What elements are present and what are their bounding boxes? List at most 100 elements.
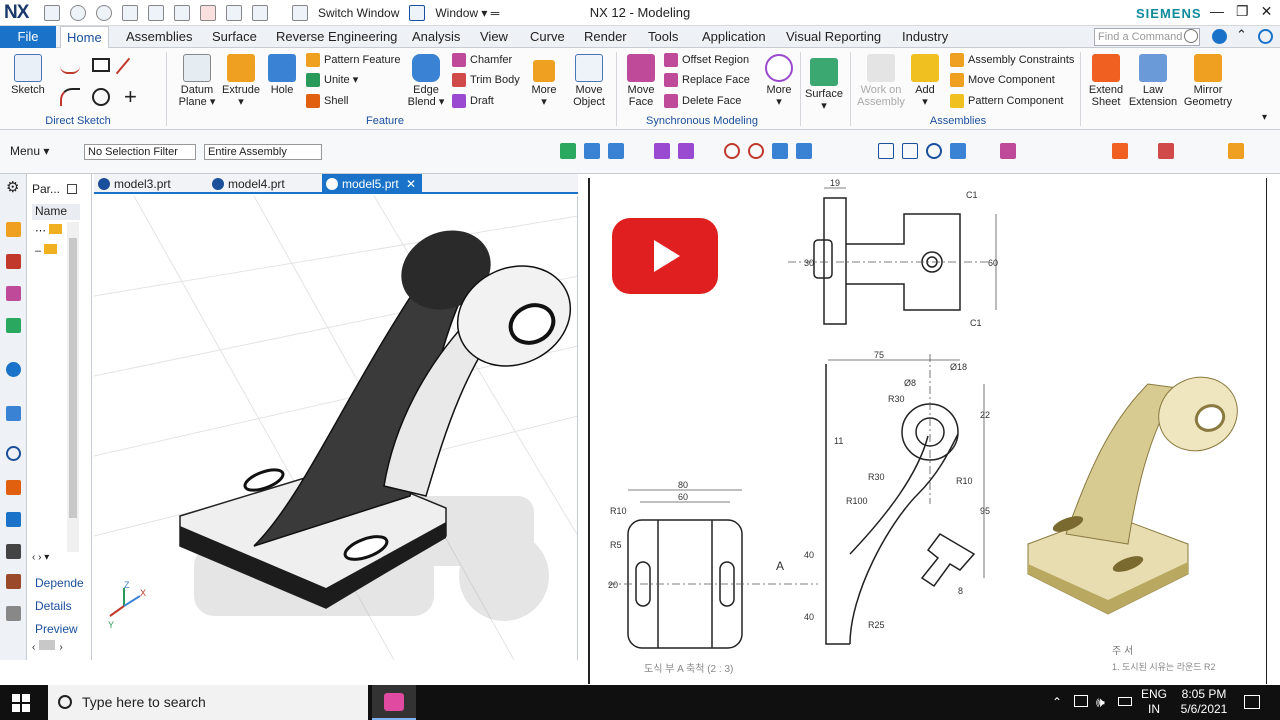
- tab-model3[interactable]: model3.prt: [94, 174, 171, 194]
- show-hide-icon[interactable]: [1158, 143, 1174, 159]
- tab-reverse-engineering[interactable]: Reverse Engineering: [270, 26, 403, 48]
- selection-scope-dropdown[interactable]: Entire Assembly: [204, 144, 322, 160]
- fit-view-icon[interactable]: [878, 143, 894, 159]
- taskbar-search-input[interactable]: Type here to search: [48, 685, 368, 720]
- snap-point-icon[interactable]: [560, 143, 576, 159]
- role-icon[interactable]: [6, 480, 21, 495]
- delete-face-button[interactable]: Delete Face: [664, 91, 741, 111]
- intersection-icon[interactable]: [678, 143, 694, 159]
- battery-icon[interactable]: [1118, 697, 1132, 706]
- selection-filter-dropdown[interactable]: No Selection Filter: [84, 144, 196, 160]
- zoom-icon[interactable]: [902, 143, 918, 159]
- search-icon[interactable]: [1184, 29, 1198, 43]
- surface-button[interactable]: Surface ▾: [804, 58, 844, 112]
- tab-visual-reporting[interactable]: Visual Reporting: [780, 26, 887, 48]
- web-browser-icon[interactable]: [6, 362, 21, 377]
- pattern-feature-button[interactable]: Pattern Feature: [306, 50, 400, 70]
- minimize-icon[interactable]: —: [1210, 3, 1224, 20]
- nx-taskbar-app-icon[interactable]: [372, 685, 416, 720]
- settings-gear-icon[interactable]: ⚙: [6, 178, 19, 196]
- synchronous-more-button[interactable]: More ▾: [760, 54, 798, 108]
- ribbon-expand-icon[interactable]: ▾: [1262, 112, 1267, 123]
- tab-industry[interactable]: Industry: [896, 26, 954, 48]
- network-icon[interactable]: [1074, 695, 1088, 707]
- tab-model4[interactable]: model4.prt: [208, 174, 285, 194]
- arc-icon[interactable]: [60, 88, 80, 106]
- hole-button[interactable]: Hole: [264, 54, 300, 96]
- trim-body-button[interactable]: Trim Body: [452, 70, 520, 90]
- process-studio-icon[interactable]: [6, 544, 21, 559]
- column-header-name[interactable]: Name: [32, 204, 80, 220]
- rotate-icon[interactable]: [926, 143, 942, 159]
- navigator-hscrollbar[interactable]: ‹ › ▾: [32, 552, 80, 564]
- tab-render[interactable]: Render: [578, 26, 633, 48]
- control-point-icon[interactable]: [654, 143, 670, 159]
- extend-sheet-button[interactable]: Extend Sheet: [1086, 54, 1126, 108]
- file-menu[interactable]: File: [0, 26, 56, 48]
- restore-icon[interactable]: ❐: [1236, 3, 1249, 20]
- mirror-geometry-button[interactable]: Mirror Geometry: [1182, 54, 1234, 108]
- link-dependencies[interactable]: Depende: [35, 576, 84, 590]
- tab-assemblies[interactable]: Assemblies: [120, 26, 198, 48]
- pattern-component-button[interactable]: Pattern Component: [950, 91, 1063, 111]
- rectangle-icon[interactable]: [92, 58, 110, 72]
- tab-curve[interactable]: Curve: [524, 26, 571, 48]
- window-splitter[interactable]: [578, 174, 588, 660]
- close-tab-icon[interactable]: ✕: [406, 177, 416, 191]
- manufacturing-wizard-icon[interactable]: [6, 574, 21, 589]
- point-on-curve-icon[interactable]: [796, 143, 812, 159]
- add-component-button[interactable]: Add ▾: [908, 54, 942, 108]
- replace-face-button[interactable]: Replace Face: [664, 70, 750, 90]
- reuse-library-icon[interactable]: [6, 318, 21, 333]
- history-icon[interactable]: [6, 406, 21, 421]
- move-object-button[interactable]: Move Object: [568, 54, 610, 108]
- close-icon[interactable]: ✕: [1261, 3, 1273, 20]
- edit-object-display-icon[interactable]: [1112, 143, 1128, 159]
- unite-button[interactable]: Unite ▾: [306, 70, 358, 90]
- chamfer-button[interactable]: Chamfer: [452, 50, 512, 70]
- clock[interactable]: 8:05 PM 5/6/2021: [1172, 687, 1236, 717]
- circle-icon[interactable]: [92, 88, 110, 106]
- sketch-button[interactable]: Sketch: [8, 54, 48, 96]
- assembly-navigator-icon[interactable]: [6, 222, 21, 237]
- existing-point-icon[interactable]: [772, 143, 788, 159]
- end-point-icon[interactable]: [584, 143, 600, 159]
- help-icon[interactable]: [1212, 29, 1227, 44]
- link-preview[interactable]: Preview: [35, 622, 78, 636]
- extrude-button[interactable]: Extrude ▾: [220, 54, 262, 108]
- language-indicator[interactable]: ENG IN: [1140, 687, 1168, 717]
- constraint-navigator-icon[interactable]: [6, 254, 21, 269]
- link-details[interactable]: Details: [35, 599, 72, 613]
- navigator-bottom-scroll[interactable]: ‹ ›: [32, 640, 84, 654]
- system-materials-icon[interactable]: [6, 512, 21, 527]
- navigator-scrollbar[interactable]: [67, 222, 79, 552]
- shell-button[interactable]: Shell: [306, 91, 348, 111]
- tab-analysis[interactable]: Analysis: [406, 26, 466, 48]
- tree-item[interactable]: –: [35, 244, 58, 257]
- line-icon[interactable]: [115, 57, 131, 75]
- tab-application[interactable]: Application: [696, 26, 772, 48]
- orient-view-icon[interactable]: [950, 143, 966, 159]
- tree-item[interactable]: ⋯: [35, 224, 63, 237]
- move-component-button[interactable]: Move Component: [950, 70, 1055, 90]
- notification-icon[interactable]: [1244, 695, 1260, 709]
- offset-region-button[interactable]: Offset Region: [664, 50, 749, 70]
- arc-center-icon[interactable]: [724, 143, 740, 159]
- law-extension-button[interactable]: Law Extension: [1128, 54, 1178, 108]
- point-icon[interactable]: +: [124, 84, 137, 110]
- tab-tools[interactable]: Tools: [642, 26, 684, 48]
- section-view-icon[interactable]: [1228, 143, 1244, 159]
- tray-chevron-icon[interactable]: ⌃: [1052, 695, 1062, 709]
- part-navigator-icon[interactable]: [6, 286, 21, 301]
- feature-more-button[interactable]: More ▾: [526, 60, 562, 108]
- edge-blend-button[interactable]: Edge Blend ▾: [406, 54, 446, 108]
- volume-icon[interactable]: 🕪: [1096, 694, 1105, 711]
- graphics-window[interactable]: Y Z X: [94, 196, 578, 660]
- curve-spline-icon[interactable]: [60, 58, 80, 74]
- collapse-ribbon-icon[interactable]: ⌃: [1236, 27, 1247, 43]
- tab-view[interactable]: View: [474, 26, 514, 48]
- menu-button[interactable]: Menu ▾: [10, 144, 49, 158]
- assembly-constraints-button[interactable]: Assembly Constraints: [950, 50, 1074, 70]
- windows-start-icon[interactable]: [12, 694, 30, 712]
- tab-home[interactable]: Home: [60, 26, 109, 49]
